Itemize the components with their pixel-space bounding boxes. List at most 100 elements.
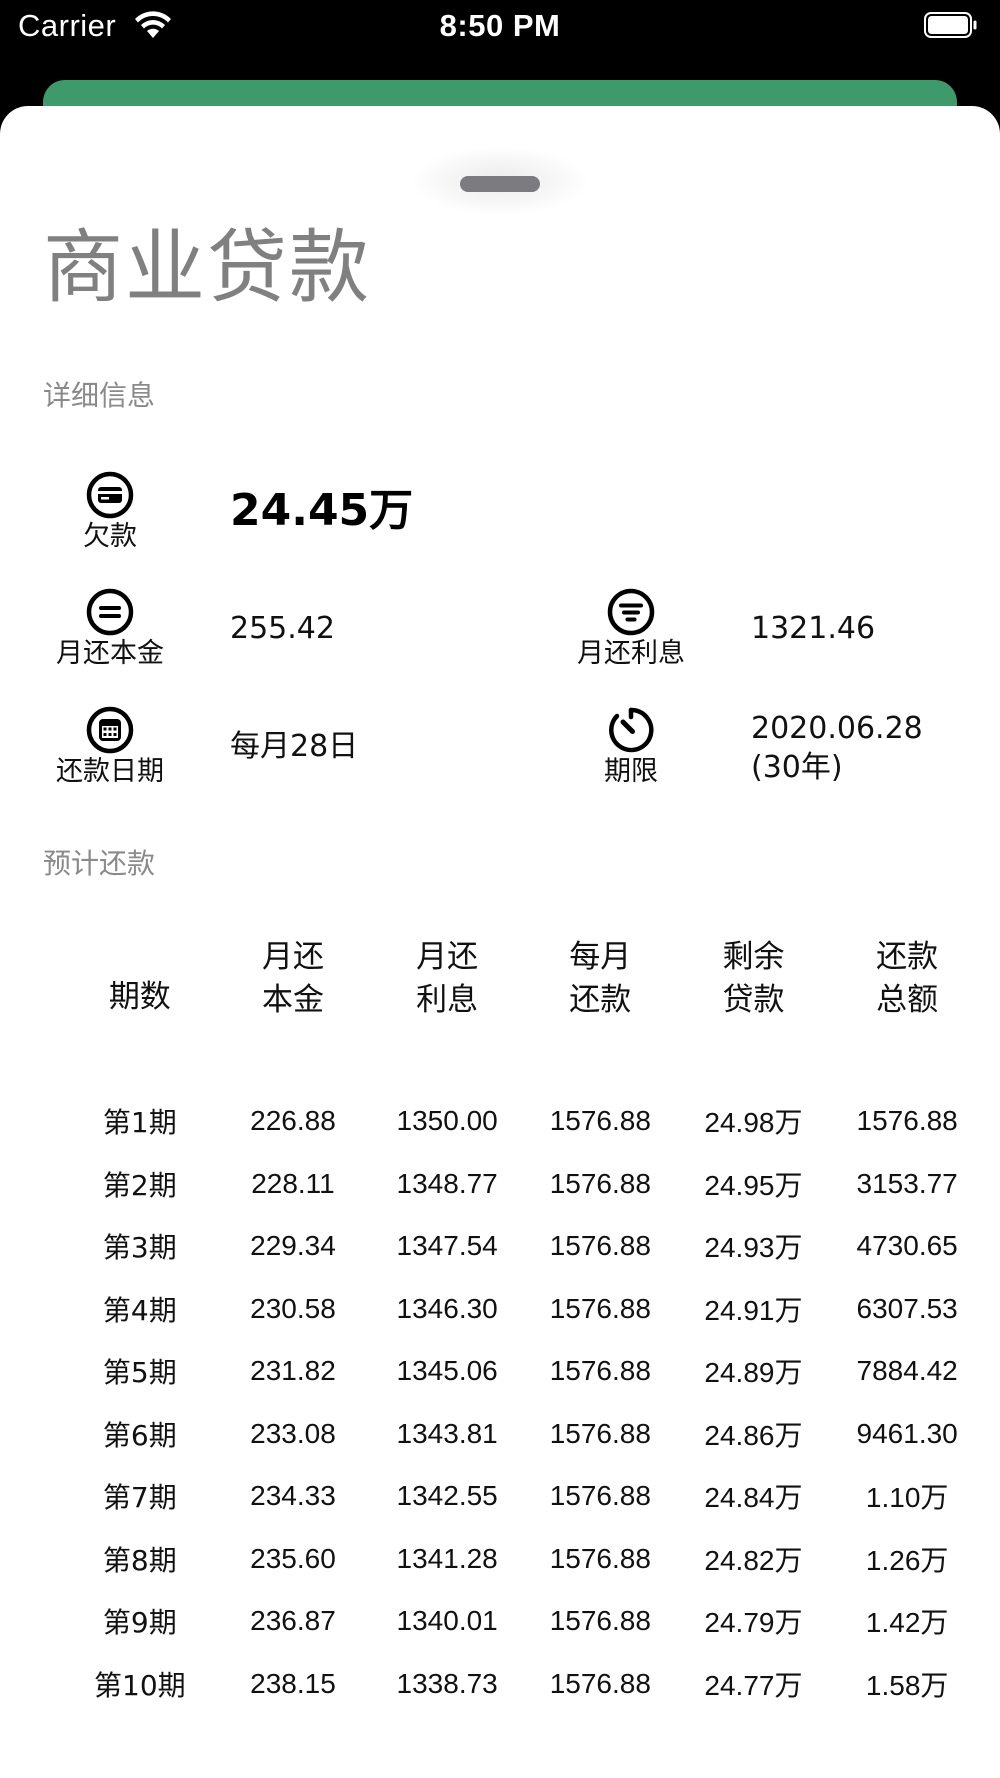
table-row: 第8期 235.60 1341.28 1576.88 24.82万 1.26万 xyxy=(64,1528,984,1591)
table-row: 第3期 229.34 1347.54 1576.88 24.93万 4730.65 xyxy=(64,1215,984,1278)
list-filter-icon xyxy=(607,588,655,636)
cell-total-paid: 3153.77 xyxy=(856,1167,958,1199)
cell-monthly-principal: 228.11 xyxy=(251,1167,335,1199)
cell-monthly-interest: 1343.81 xyxy=(396,1417,498,1449)
cell-period: 第2期 xyxy=(102,1168,177,1202)
calendar-icon xyxy=(86,706,134,754)
cell-monthly-payment: 1576.88 xyxy=(549,1355,651,1387)
equals-circle-icon xyxy=(86,588,134,636)
cell-monthly-payment: 1576.88 xyxy=(549,1292,651,1324)
monthly-principal-label: 月还本金 xyxy=(56,638,164,669)
cell-period: 第9期 xyxy=(102,1606,177,1640)
column-header-remaining-loan: 剩余 贷款 xyxy=(722,939,785,1018)
debt-label: 欠款 xyxy=(83,521,137,552)
cell-monthly-principal: 230.58 xyxy=(250,1292,336,1324)
table-row: 第2期 228.11 1348.77 1576.88 24.95万 3153.77 xyxy=(64,1153,984,1216)
cell-total-paid: 6307.53 xyxy=(856,1292,958,1324)
cell-monthly-interest: 1341.28 xyxy=(396,1542,498,1574)
schedule-table: 期数 月还 本金 月还 利息 每月 还款 剩余 贷款 还款 总额 第1期 226.88 1350.00 1… xyxy=(64,924,984,1712)
cell-monthly-payment: 1576.88 xyxy=(549,1542,651,1574)
cell-monthly-principal: 229.34 xyxy=(250,1230,336,1262)
cell-remaining-loan: 24.98万 xyxy=(704,1107,803,1139)
cell-period: 第10期 xyxy=(94,1668,186,1702)
cell-remaining-loan: 24.95万 xyxy=(704,1169,803,1201)
card-icon xyxy=(86,471,134,519)
cell-period: 第4期 xyxy=(102,1293,177,1327)
table-row: 第1期 226.88 1350.00 1576.88 24.98万 1576.88 xyxy=(64,1090,984,1153)
cell-total-paid: 1.26万 xyxy=(865,1544,949,1576)
screen: Carrier 8:50 PM 商业贷款 详细信息 欠款 24.45万 月还本金… xyxy=(0,0,1000,1778)
cell-monthly-principal: 238.15 xyxy=(250,1667,336,1699)
table-row: 第10期 238.15 1338.73 1576.88 24.77万 1.58万 xyxy=(64,1653,984,1713)
monthly-interest-label: 月还利息 xyxy=(577,638,685,669)
term-start-date: 2020.06.28 xyxy=(751,711,923,746)
cell-total-paid: 1.42万 xyxy=(865,1607,949,1639)
cell-monthly-payment: 1576.88 xyxy=(549,1480,651,1512)
cell-monthly-interest: 1342.55 xyxy=(396,1480,498,1512)
cell-monthly-interest: 1346.30 xyxy=(396,1292,498,1324)
monthly-interest-value: 1321.46 xyxy=(751,611,876,646)
table-header-row: 期数 月还 本金 月还 利息 每月 还款 剩余 贷款 还款 总额 xyxy=(64,924,984,1090)
battery-icon xyxy=(924,12,977,38)
column-header-total-paid: 还款 总额 xyxy=(876,939,939,1018)
cell-monthly-interest: 1340.01 xyxy=(396,1605,498,1637)
cell-period: 第6期 xyxy=(102,1418,177,1452)
column-header-monthly-interest: 月还 利息 xyxy=(416,939,479,1018)
cell-total-paid: 1576.88 xyxy=(856,1105,958,1137)
cell-remaining-loan: 24.82万 xyxy=(704,1544,803,1576)
term-label: 期限 xyxy=(604,756,658,787)
cell-period: 第8期 xyxy=(102,1543,177,1577)
cell-monthly-principal: 236.87 xyxy=(250,1605,336,1637)
cell-remaining-loan: 24.89万 xyxy=(704,1357,803,1389)
page-title: 商业贷款 xyxy=(43,221,371,314)
cell-total-paid: 1.58万 xyxy=(865,1669,949,1701)
debt-value: 24.45万 xyxy=(230,485,414,536)
schedule-section-label: 预计还款 xyxy=(43,847,156,880)
repay-date-label: 还款日期 xyxy=(56,756,164,787)
cell-remaining-loan: 24.84万 xyxy=(704,1482,803,1514)
cell-remaining-loan: 24.77万 xyxy=(704,1669,803,1701)
cell-monthly-interest: 1350.00 xyxy=(396,1105,498,1137)
repay-date-cell: 还款日期 xyxy=(25,705,195,787)
status-bar: Carrier 8:50 PM xyxy=(0,0,1000,60)
table-row: 第4期 230.58 1346.30 1576.88 24.91万 6307.53 xyxy=(64,1278,984,1341)
cell-remaining-loan: 24.91万 xyxy=(704,1294,803,1326)
cell-monthly-payment: 1576.88 xyxy=(549,1230,651,1262)
repayment-schedule-table[interactable]: 期数 月还 本金 月还 利息 每月 还款 剩余 贷款 还款 总额 第1期 226.88 1350.00 1… xyxy=(64,924,984,1712)
cell-total-paid: 9461.30 xyxy=(856,1417,958,1449)
cell-monthly-payment: 1576.88 xyxy=(549,1417,651,1449)
cell-monthly-interest: 1348.77 xyxy=(396,1167,498,1199)
monthly-principal-value: 255.42 xyxy=(230,611,335,646)
timer-icon xyxy=(609,707,654,753)
monthly-principal-cell: 月还本金 xyxy=(25,587,195,669)
repay-date-value: 每月28日 xyxy=(230,729,359,764)
term-duration: (30年) xyxy=(751,750,843,785)
cell-monthly-interest: 1338.73 xyxy=(396,1667,498,1699)
cell-monthly-principal: 231.82 xyxy=(250,1355,336,1387)
table-body: 第1期 226.88 1350.00 1576.88 24.98万 1576.88 第2期 2… xyxy=(64,1090,984,1712)
cell-monthly-payment: 1576.88 xyxy=(549,1605,651,1637)
term-value: 2020.06.28 (30年) xyxy=(751,709,923,787)
debt-cell: 欠款 xyxy=(25,470,195,552)
table-row: 第7期 234.33 1342.55 1576.88 24.84万 1.10万 xyxy=(64,1465,984,1528)
table-row: 第9期 236.87 1340.01 1576.88 24.79万 1.42万 xyxy=(64,1590,984,1653)
cell-period: 第5期 xyxy=(102,1356,177,1390)
monthly-interest-cell: 月还利息 xyxy=(546,587,716,669)
cell-remaining-loan: 24.79万 xyxy=(704,1607,803,1639)
sheet-drag-handle[interactable] xyxy=(460,176,540,192)
cell-total-paid: 4730.65 xyxy=(856,1230,958,1262)
term-cell: 期限 xyxy=(546,705,716,787)
table-row: 第5期 231.82 1345.06 1576.88 24.89万 7884.42 xyxy=(64,1340,984,1403)
details-section-label: 详细信息 xyxy=(43,379,156,412)
cell-monthly-principal: 226.88 xyxy=(250,1105,336,1137)
cell-monthly-principal: 233.08 xyxy=(250,1417,336,1449)
cell-remaining-loan: 24.86万 xyxy=(704,1419,803,1451)
cell-total-paid: 1.10万 xyxy=(865,1482,949,1514)
column-header-monthly-principal: 月还 本金 xyxy=(261,939,324,1018)
cell-monthly-principal: 234.33 xyxy=(250,1480,336,1512)
cell-period: 第3期 xyxy=(102,1231,177,1265)
cell-monthly-principal: 235.60 xyxy=(250,1542,336,1574)
cell-period: 第1期 xyxy=(102,1106,177,1140)
cell-monthly-payment: 1576.88 xyxy=(549,1667,651,1699)
clock: 8:50 PM xyxy=(439,8,561,43)
